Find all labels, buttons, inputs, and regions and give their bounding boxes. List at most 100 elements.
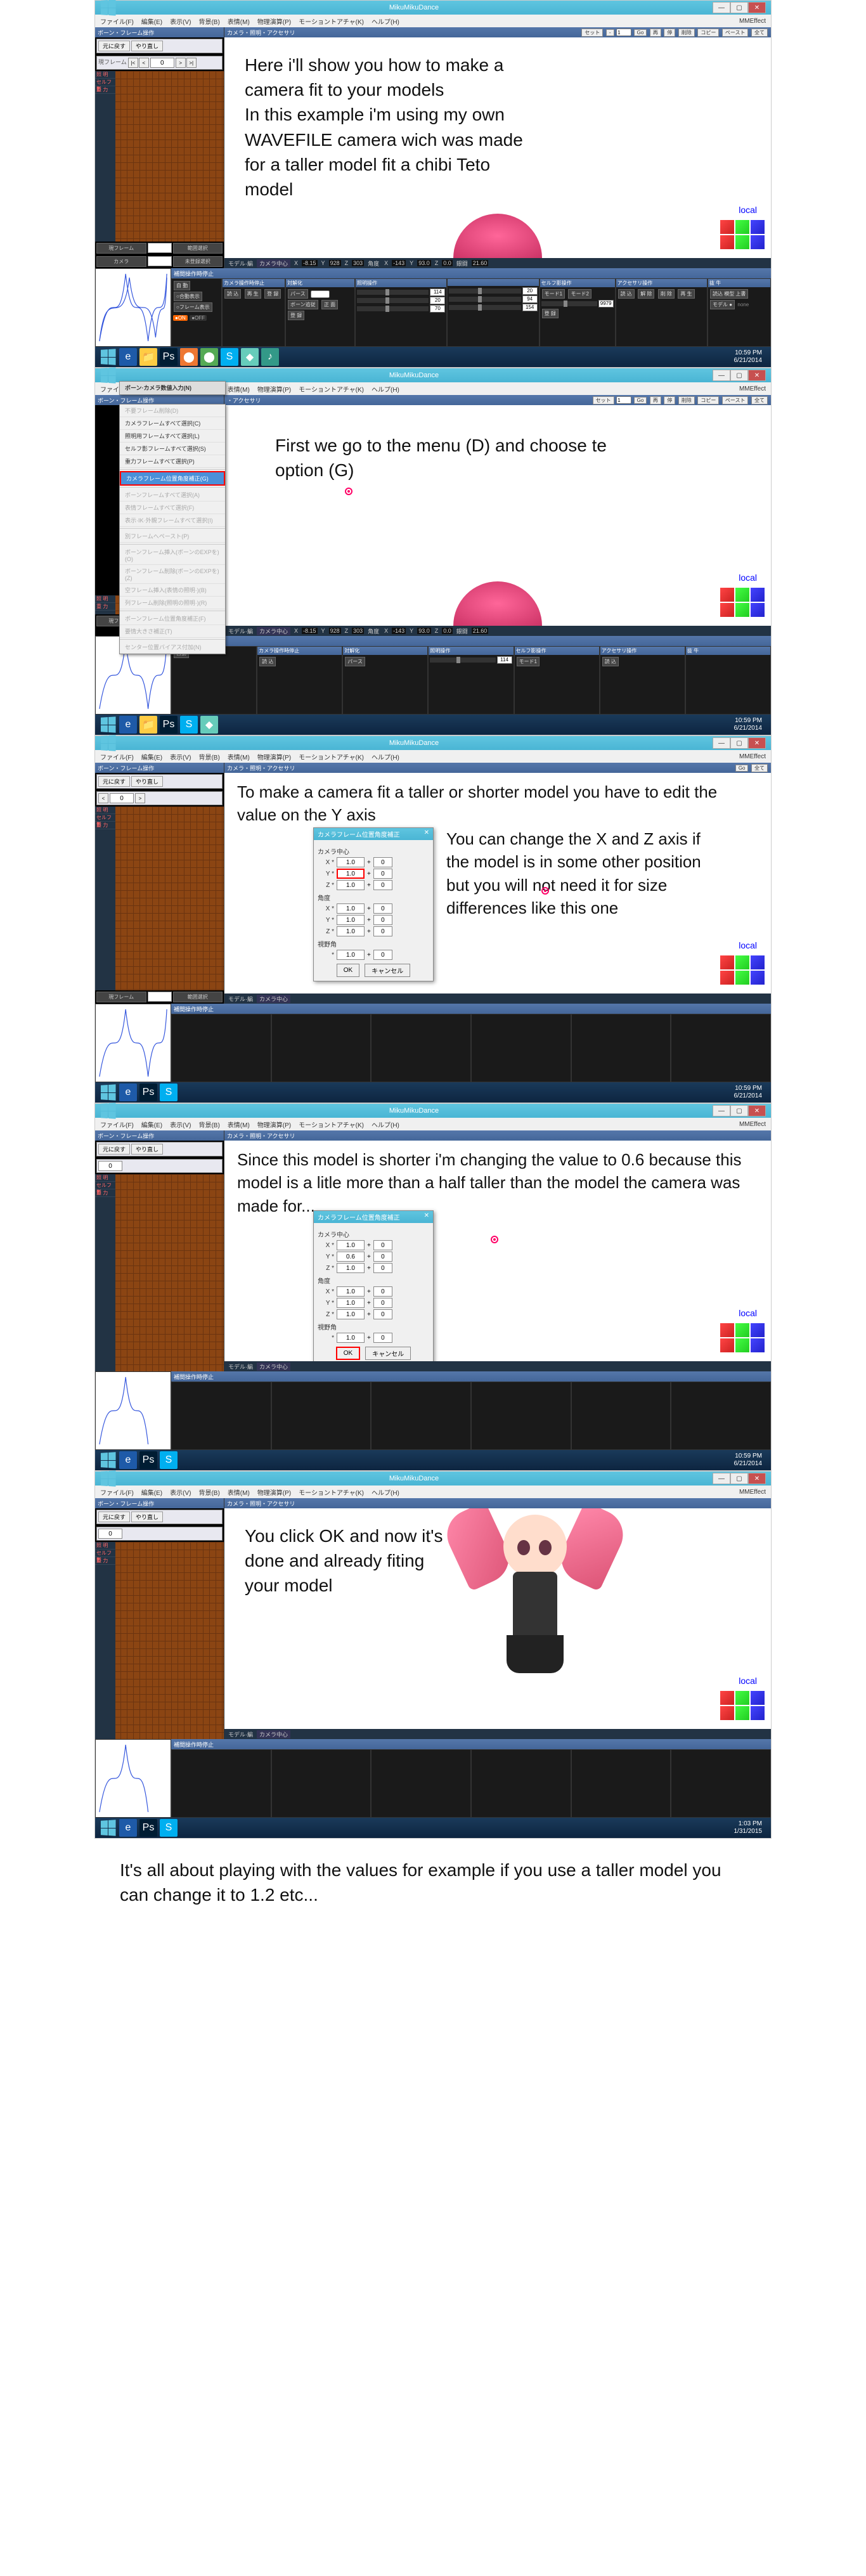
tg[interactable] (115, 1174, 224, 1371)
zrz[interactable] (373, 926, 392, 936)
mv[interactable]: 表示(V) (167, 1486, 193, 1498)
maximize-button[interactable]: ▢ (730, 370, 748, 381)
menu-physics[interactable]: 物理演算(P) (255, 751, 294, 763)
vp-num[interactable] (616, 29, 631, 36)
clock[interactable]: 1:03 PM1/31/2015 (734, 1820, 768, 1835)
nav-cube-x[interactable] (720, 220, 734, 234)
mmd-icon[interactable]: ◆ (200, 716, 218, 734)
menu-physics[interactable]: 物理演算(P) (255, 383, 294, 395)
minimize-button[interactable]: — (713, 737, 730, 749)
close-button[interactable]: ✕ (748, 737, 766, 749)
rz[interactable] (751, 1338, 765, 1352)
cb-frame[interactable]: ○フレーム表示 (174, 302, 212, 312)
app2-icon[interactable]: ⬤ (200, 348, 218, 366)
frame-last[interactable]: >| (186, 58, 197, 68)
u[interactable]: 元に戻す (98, 1144, 130, 1155)
ry[interactable] (735, 1706, 749, 1720)
mmeffect-label[interactable]: MMEffect (737, 1120, 768, 1129)
ps[interactable]: Ps (139, 1819, 157, 1837)
z[interactable] (751, 1691, 765, 1705)
ti1[interactable] (148, 992, 172, 1002)
btn-play2[interactable]: 再 生 (678, 289, 694, 299)
vp-paste[interactable]: ペースト (722, 396, 749, 405)
frame-input[interactable] (150, 58, 174, 68)
r[interactable]: やり直し (131, 1144, 163, 1155)
cancel-button[interactable]: キャンセル (365, 964, 410, 977)
menu-file[interactable]: ファイル(F) (98, 15, 136, 27)
timeline-tracks[interactable]: 照 明 セルフ影 重 力 (95, 71, 224, 242)
ie-icon[interactable]: e (119, 716, 137, 734)
timeline-tracks[interactable]: 照 明 セルフ影 重 力 (95, 806, 224, 990)
z[interactable] (373, 1263, 392, 1273)
range-select-btn[interactable]: 範囲選択 (173, 243, 223, 254)
mmd-icon[interactable]: ◆ (241, 348, 259, 366)
minimize-button[interactable]: — (713, 2, 730, 13)
zy[interactable] (373, 869, 392, 879)
mp[interactable]: 物理演算(P) (255, 1486, 294, 1498)
redo-button[interactable]: やり直し (131, 776, 163, 787)
nav-rot-z[interactable] (751, 603, 765, 617)
vp-minus[interactable]: - (606, 29, 614, 36)
close[interactable]: ✕ (748, 1473, 766, 1484)
mh[interactable]: ヘルプ(H) (369, 1486, 402, 1498)
track-label-gravity[interactable]: 重 力 (95, 603, 115, 611)
viewport-canvas[interactable]: To make a camera fit a taller or shorter… (224, 773, 771, 994)
ry[interactable] (735, 1338, 749, 1352)
vp-stop[interactable]: 停 (664, 396, 675, 405)
menu-view[interactable]: 表示(V) (167, 15, 193, 27)
b[interactable]: モード1 (517, 657, 540, 666)
slider-x[interactable]: 20 (449, 287, 537, 295)
menu-background[interactable]: 背景(B) (196, 751, 222, 763)
vc[interactable]: You click OK and now it's done and alrea… (224, 1508, 771, 1729)
ifov[interactable] (337, 1333, 365, 1343)
sk[interactable]: S (160, 1451, 178, 1469)
fi[interactable] (98, 1529, 122, 1539)
vp-play[interactable]: 再 (650, 396, 661, 405)
ie[interactable]: e (119, 1451, 137, 1469)
start-button[interactable] (99, 716, 117, 734)
taskbar-clock[interactable]: 10:59 PM 6/21/2014 (734, 717, 768, 732)
vp-all[interactable]: 全て (751, 396, 768, 405)
y[interactable] (735, 1691, 749, 1705)
btn-reg[interactable]: 登 録 (264, 289, 281, 299)
interpolation-curve[interactable] (95, 1004, 171, 1082)
z[interactable] (373, 1286, 392, 1297)
close[interactable]: ✕ (748, 1105, 766, 1116)
clock[interactable]: 10:59 PM6/21/2014 (734, 1453, 768, 1468)
vp-delete[interactable]: 削除 (678, 396, 695, 405)
input-rx[interactable] (337, 903, 365, 914)
ie[interactable]: e (119, 1819, 137, 1837)
app-icon[interactable]: ⬤ (180, 348, 198, 366)
t1[interactable]: 照 明 (95, 1542, 115, 1550)
z[interactable] (373, 1309, 392, 1319)
vp-play[interactable]: 再 (650, 29, 661, 37)
tl3[interactable]: 重 力 (95, 822, 115, 829)
menu-view[interactable]: 表示(V) (167, 751, 193, 763)
start-button[interactable] (99, 1819, 117, 1837)
mk[interactable]: モーショントアチャ(K) (296, 1486, 366, 1498)
vp-set[interactable]: セット (581, 29, 603, 37)
btn-load[interactable]: 読 込 (224, 289, 241, 299)
input-z[interactable] (337, 880, 365, 890)
mh[interactable]: ヘルプ(H) (369, 1118, 402, 1130)
nry[interactable] (735, 971, 749, 985)
irx[interactable] (337, 1286, 365, 1297)
ncy[interactable] (735, 955, 749, 969)
ic[interactable] (95, 1371, 171, 1450)
mmeffect-label[interactable]: MMEffect (737, 16, 768, 26)
dialog-close[interactable]: ✕ (424, 829, 429, 839)
undo-button[interactable]: 元に戻す (98, 776, 130, 787)
btn-reg3[interactable]: 登 録 (542, 309, 559, 318)
start-button[interactable] (99, 348, 117, 366)
nav-rot-z[interactable] (751, 235, 765, 249)
off-indicator[interactable]: ●OFF (190, 315, 207, 321)
mmeffect-label[interactable]: MMEffect (737, 384, 768, 394)
nf[interactable]: 現フレーム (96, 992, 146, 1002)
nav-cube-y[interactable] (735, 220, 749, 234)
pers-val[interactable] (311, 290, 330, 298)
clock[interactable]: 10:59 PM6/21/2014 (734, 1085, 768, 1100)
ok-button[interactable]: OK (337, 964, 359, 977)
track-label-gravity[interactable]: 重 力 (95, 86, 115, 94)
r[interactable]: やり直し (131, 1511, 163, 1522)
folder-icon[interactable]: 📁 (139, 716, 157, 734)
